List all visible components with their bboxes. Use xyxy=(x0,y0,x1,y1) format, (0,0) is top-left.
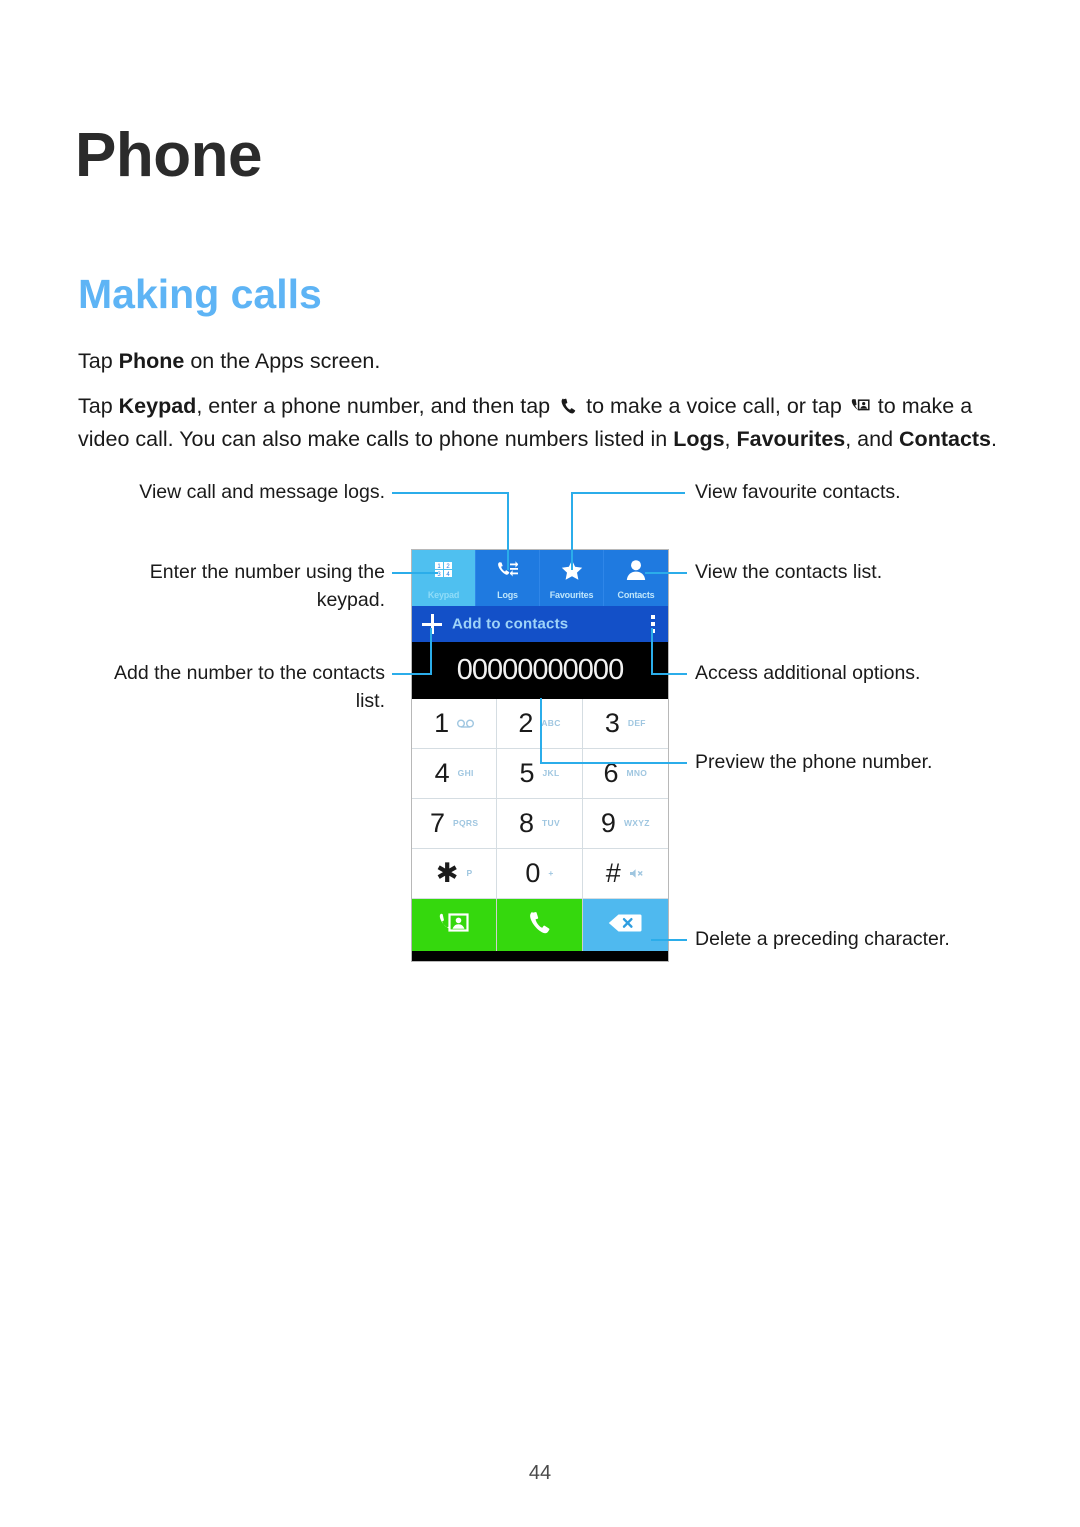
key-star-digit: ✱ xyxy=(435,858,459,888)
key-4-letters: GHI xyxy=(457,768,474,779)
backspace-icon xyxy=(608,913,642,938)
leader-options-v xyxy=(651,628,653,675)
callout-view-contacts: View the contacts list. xyxy=(695,561,883,583)
tab-keypad[interactable]: 1 2 3 4 Keypad xyxy=(412,550,476,606)
leader-preview-h xyxy=(540,762,687,764)
para1-bold-phone: Phone xyxy=(118,349,185,373)
leader-preview-v xyxy=(540,698,542,764)
page-number: 44 xyxy=(528,1462,552,1484)
tab-favourites-label: Favourites xyxy=(549,590,594,600)
key-9-letters: WXYZ xyxy=(623,818,650,829)
key-4[interactable]: 4 GHI xyxy=(412,749,498,799)
voice-call-button[interactable] xyxy=(497,899,583,951)
video-call-icon xyxy=(850,396,870,416)
para2-bold-contacts: Contacts xyxy=(899,427,992,451)
add-to-contacts-label: Add to contacts xyxy=(452,615,569,633)
key-6-letters: MNO xyxy=(626,768,648,779)
para2-seg6: , and xyxy=(845,427,900,451)
instruction-paragraph-2: Tap Keypad, enter a phone number, and th… xyxy=(78,390,1013,456)
para2-seg3: to make a voice call, or tap xyxy=(580,394,848,418)
key-4-digit: 4 xyxy=(434,758,450,788)
callout-view-favourites: View favourite contacts. xyxy=(695,481,901,503)
leader-options-h xyxy=(651,673,687,675)
para2-bold-favourites: Favourites xyxy=(736,427,846,451)
key-7-digit: 7 xyxy=(430,808,446,838)
phone-number-value: 00000000000 xyxy=(456,654,624,686)
keypad-row: 7 PQRS 8 TUV 9 WXYZ xyxy=(412,799,668,849)
para1-post: on the Apps screen. xyxy=(184,349,381,373)
section-heading: Making calls xyxy=(78,271,322,317)
leader-favourites-h xyxy=(571,492,685,494)
key-3-digit: 3 xyxy=(604,708,620,738)
leader-view-contacts-h xyxy=(645,572,687,574)
para2-seg1: Tap xyxy=(78,394,119,418)
phone-tab-bar: 1 2 3 4 Keypad Logs Favourites Contacts xyxy=(412,550,668,606)
key-3[interactable]: 3 DEF xyxy=(582,699,668,749)
key-2-letters: ABC xyxy=(541,718,561,729)
plus-icon xyxy=(422,614,442,634)
key-0-digit: 0 xyxy=(525,858,541,888)
instruction-paragraph-1: Tap Phone on the Apps screen. xyxy=(78,345,1013,378)
keypad-icon: 1 2 3 4 xyxy=(412,558,475,582)
key-hash[interactable]: # xyxy=(582,849,668,899)
key-1[interactable]: 1 xyxy=(412,699,498,749)
keypad-row: ✱ P 0 + # xyxy=(412,849,668,899)
video-call-icon xyxy=(438,910,470,941)
key-7-letters: PQRS xyxy=(453,818,479,829)
key-3-letters: DEF xyxy=(627,718,646,729)
key-8[interactable]: 8 TUV xyxy=(497,799,583,849)
para2-bold-logs: Logs xyxy=(673,427,725,451)
tab-keypad-label: Keypad xyxy=(427,590,460,600)
person-icon xyxy=(604,558,668,582)
voice-call-icon xyxy=(525,909,553,942)
key-5-digit: 5 xyxy=(519,758,535,788)
key-8-letters: TUV xyxy=(542,818,560,829)
leader-add-contacts-v xyxy=(430,628,432,675)
key-2-digit: 2 xyxy=(518,708,534,738)
key-6[interactable]: 6 MNO xyxy=(582,749,668,799)
leader-view-logs-v xyxy=(507,492,509,570)
callout-additional-options: Access additional options. xyxy=(695,662,921,684)
phone-number-display: 00000000000 xyxy=(412,642,668,699)
key-1-digit: 1 xyxy=(434,708,450,738)
callout-preview-number: Preview the phone number. xyxy=(695,751,933,773)
leader-delete-h xyxy=(651,939,687,941)
key-0[interactable]: 0 + xyxy=(497,849,583,899)
key-8-digit: 8 xyxy=(519,808,535,838)
voice-call-icon xyxy=(558,396,578,416)
video-call-button[interactable] xyxy=(412,899,498,951)
key-0-letters: + xyxy=(548,868,554,879)
para2-bold-keypad: Keypad xyxy=(118,394,197,418)
key-star-letters: P xyxy=(466,868,473,879)
callout-delete-character: Delete a preceding character. xyxy=(695,928,950,950)
mute-icon xyxy=(629,868,645,879)
key-9[interactable]: 9 WXYZ xyxy=(582,799,668,849)
key-7[interactable]: 7 PQRS xyxy=(412,799,498,849)
key-5-letters: JKL xyxy=(542,768,560,779)
tab-logs-label: Logs xyxy=(497,590,518,600)
tab-contacts[interactable]: Contacts xyxy=(604,550,668,606)
page-title: Phone xyxy=(75,121,262,190)
leader-favourites-v xyxy=(571,492,573,570)
key-star[interactable]: ✱ P xyxy=(412,849,498,899)
para1-pre: Tap xyxy=(78,349,119,373)
backspace-button[interactable] xyxy=(582,899,668,951)
key-9-digit: 9 xyxy=(600,808,616,838)
para2-seg5: , xyxy=(724,427,737,451)
callout-view-logs: View call and message logs. xyxy=(139,481,385,503)
para2-seg7: . xyxy=(991,427,997,451)
add-to-contacts-bar[interactable]: Add to contacts xyxy=(412,606,668,642)
call-action-row xyxy=(412,899,668,951)
para2-seg2: , enter a phone number, and then tap xyxy=(196,394,557,418)
voicemail-icon xyxy=(457,719,475,728)
callout-enter-number: Enter the number using the keypad. xyxy=(149,561,385,611)
key-hash-digit: # xyxy=(605,858,621,888)
tab-contacts-label: Contacts xyxy=(617,590,655,600)
leader-view-logs-h xyxy=(392,492,509,494)
callout-add-to-contacts: Add the number to the contacts list. xyxy=(113,662,385,712)
leader-enter-number-h xyxy=(392,572,438,574)
leader-add-contacts-h xyxy=(392,673,432,675)
key-6-digit: 6 xyxy=(603,758,619,788)
